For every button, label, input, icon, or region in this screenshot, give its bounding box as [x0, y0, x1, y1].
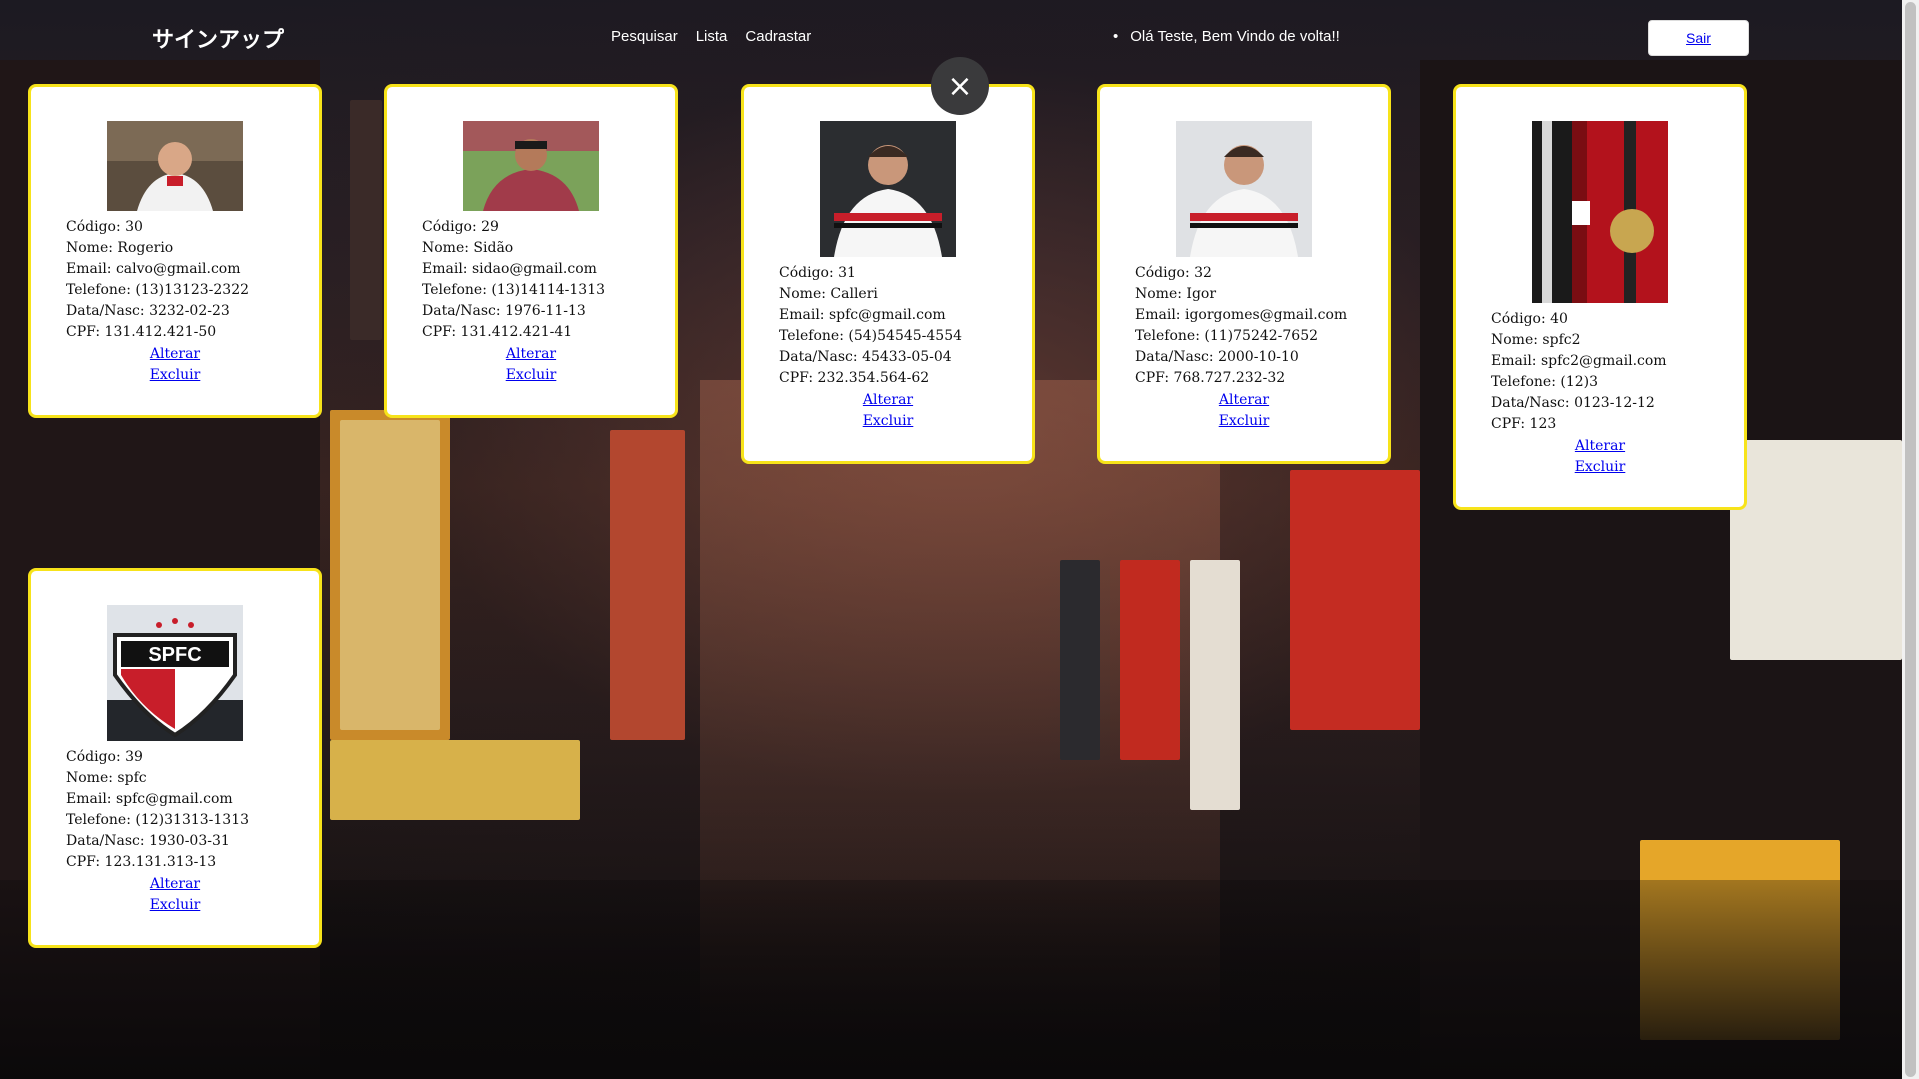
user-phone: Telefone: (54)54545-4554 — [779, 328, 963, 344]
user-birthdate: Data/Nasc: 1930-03-31 — [66, 833, 230, 849]
scrollbar[interactable] — [1902, 0, 1919, 1079]
brand-title[interactable]: サインアップ — [152, 22, 284, 54]
user-email: Email: spfc@gmail.com — [66, 791, 233, 807]
card-actions: Alterar Excluir — [387, 344, 675, 386]
user-code: Código: 32 — [1135, 265, 1212, 281]
player2-photo — [1176, 121, 1312, 257]
user-info: Código: 29 Nome: Sidão Email: sidao@gmai… — [422, 217, 675, 343]
user-birthdate: Data/Nasc: 2000-10-10 — [1135, 349, 1299, 365]
edit-link[interactable]: Alterar — [387, 344, 675, 365]
user-info: Código: 40 Nome: spfc2 Email: spfc2@gmai… — [1491, 309, 1744, 435]
user-name: Nome: Igor — [1135, 286, 1217, 302]
nav-link-pesquisar[interactable]: Pesquisar — [611, 28, 678, 45]
spfc-badge-photo: SPFC — [107, 605, 243, 741]
user-cpf: CPF: 123 — [1491, 416, 1557, 432]
user-phone: Telefone: (12)3 — [1491, 374, 1599, 390]
edit-link[interactable]: Alterar — [31, 344, 319, 365]
user-card: Código: 31 Nome: Calleri Email: spfc@gma… — [741, 84, 1035, 464]
delete-link[interactable]: Excluir — [31, 895, 319, 916]
user-birthdate: Data/Nasc: 1976-11-13 — [422, 303, 586, 319]
nav-links: Pesquisar Lista Cadrastar — [611, 28, 811, 45]
user-info: Código: 32 Nome: Igor Email: igorgomes@g… — [1135, 263, 1388, 389]
user-cpf: CPF: 232.354.564-62 — [779, 370, 930, 386]
user-name: Nome: Sidão — [422, 240, 514, 256]
card-actions: Alterar Excluir — [31, 874, 319, 916]
user-phone: Telefone: (11)75242-7652 — [1135, 328, 1319, 344]
card-actions: Alterar Excluir — [1456, 436, 1744, 478]
user-phone: Telefone: (12)31313-1313 — [66, 812, 250, 828]
user-code: Código: 31 — [779, 265, 856, 281]
edit-link[interactable]: Alterar — [1100, 390, 1388, 411]
user-code: Código: 29 — [422, 219, 499, 235]
user-email: Email: sidao@gmail.com — [422, 261, 597, 277]
user-card: Código: 32 Nome: Igor Email: igorgomes@g… — [1097, 84, 1391, 464]
user-name: Nome: Rogerio — [66, 240, 174, 256]
logout-link[interactable]: Sair — [1686, 30, 1711, 46]
user-code: Código: 30 — [66, 219, 143, 235]
user-card: SPFC Código: 39 Nome: spfc Email: spfc@g… — [28, 568, 322, 948]
welcome-message: Olá Teste, Bem Vindo de volta!! — [1113, 28, 1340, 45]
user-card: Código: 30 Nome: Rogerio Email: calvo@gm… — [28, 84, 322, 418]
user-email: Email: igorgomes@gmail.com — [1135, 307, 1348, 323]
sidao-photo — [463, 121, 599, 211]
delete-link[interactable]: Excluir — [1100, 411, 1388, 432]
user-birthdate: Data/Nasc: 45433-05-04 — [779, 349, 952, 365]
delete-link[interactable]: Excluir — [1456, 457, 1744, 478]
card-actions: Alterar Excluir — [1100, 390, 1388, 432]
user-email: Email: spfc2@gmail.com — [1491, 353, 1667, 369]
rogerio-photo — [107, 121, 243, 211]
delete-link[interactable]: Excluir — [31, 365, 319, 386]
user-code: Código: 40 — [1491, 311, 1568, 327]
jersey-photo — [1532, 121, 1668, 303]
logout-button[interactable]: Sair — [1648, 20, 1749, 56]
user-info: Código: 31 Nome: Calleri Email: spfc@gma… — [779, 263, 1032, 389]
user-info: Código: 39 Nome: spfc Email: spfc@gmail.… — [66, 747, 319, 873]
user-birthdate: Data/Nasc: 0123-12-12 — [1491, 395, 1655, 411]
nav-link-cadrastar[interactable]: Cadrastar — [745, 28, 811, 45]
user-phone: Telefone: (13)13123-2322 — [66, 282, 250, 298]
badge-text: SPFC — [148, 644, 201, 666]
player1-photo — [820, 121, 956, 257]
user-name: Nome: Calleri — [779, 286, 878, 302]
scrollbar-thumb[interactable] — [1905, 2, 1916, 1077]
user-birthdate: Data/Nasc: 3232-02-23 — [66, 303, 230, 319]
card-actions: Alterar Excluir — [744, 390, 1032, 432]
edit-link[interactable]: Alterar — [744, 390, 1032, 411]
edit-link[interactable]: Alterar — [31, 874, 319, 895]
delete-link[interactable]: Excluir — [744, 411, 1032, 432]
close-icon[interactable]: × — [931, 57, 989, 115]
user-phone: Telefone: (13)14114-1313 — [422, 282, 606, 298]
edit-link[interactable]: Alterar — [1456, 436, 1744, 457]
user-email: Email: spfc@gmail.com — [779, 307, 946, 323]
user-email: Email: calvo@gmail.com — [66, 261, 241, 277]
user-card: Código: 29 Nome: Sidão Email: sidao@gmai… — [384, 84, 678, 418]
user-info: Código: 30 Nome: Rogerio Email: calvo@gm… — [66, 217, 319, 343]
nav-link-lista[interactable]: Lista — [696, 28, 728, 45]
user-code: Código: 39 — [66, 749, 143, 765]
user-name: Nome: spfc2 — [1491, 332, 1581, 348]
user-cpf: CPF: 131.412.421-41 — [422, 324, 573, 340]
user-cpf: CPF: 768.727.232-32 — [1135, 370, 1286, 386]
user-cpf: CPF: 123.131.313-13 — [66, 854, 217, 870]
delete-link[interactable]: Excluir — [387, 365, 675, 386]
user-cpf: CPF: 131.412.421-50 — [66, 324, 217, 340]
card-actions: Alterar Excluir — [31, 344, 319, 386]
user-card: Código: 40 Nome: spfc2 Email: spfc2@gmai… — [1453, 84, 1747, 510]
user-name: Nome: spfc — [66, 770, 147, 786]
